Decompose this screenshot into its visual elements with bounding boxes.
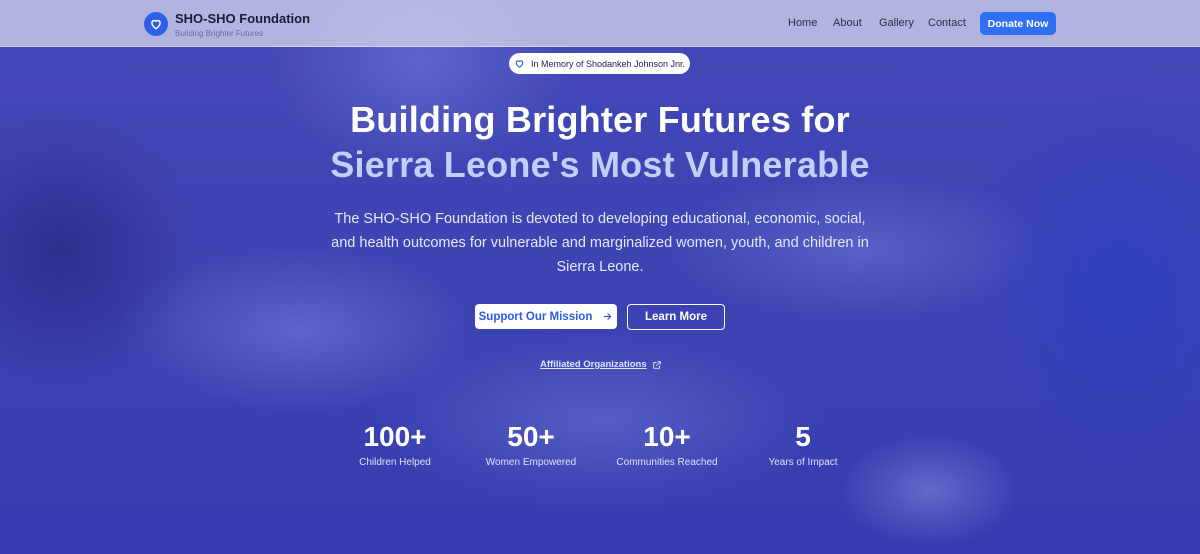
brand-tagline: Building Brighter Futures (175, 29, 264, 38)
heart-icon (515, 60, 524, 68)
nav-contact[interactable]: Contact (928, 17, 966, 29)
affiliated-organizations-link[interactable]: Affiliated Organizations (540, 359, 662, 370)
hero-description: The SHO-SHO Foundation is devoted to dev… (331, 211, 869, 275)
donate-button[interactable]: Donate Now (980, 12, 1056, 35)
logo-badge[interactable] (144, 12, 168, 36)
hero-headline-line1: Building Brighter Futures for (350, 99, 850, 140)
stat-value: 5 (795, 421, 811, 452)
nav-gallery[interactable]: Gallery (879, 17, 914, 29)
learn-more-button[interactable]: Learn More (627, 304, 725, 330)
stat-label: Children Helped (359, 457, 431, 468)
stat-label: Women Empowered (485, 457, 577, 468)
support-mission-button[interactable]: Support Our Mission (475, 304, 617, 329)
nav-about[interactable]: About (833, 17, 862, 29)
stat-value: 10+ (643, 421, 691, 452)
stat-communities-reached: 10+ Communities Reached (612, 421, 722, 468)
site-header: SHO-SHO Foundation Building Brighter Fut… (0, 0, 1200, 47)
memory-badge-text: In Memory of Shodankeh Johnson Jnr. (530, 58, 686, 69)
external-link-icon (652, 360, 661, 369)
brand-name[interactable]: SHO-SHO Foundation (175, 11, 310, 26)
stat-women-empowered: 50+ Women Empowered (476, 421, 586, 468)
arrow-right-icon (604, 313, 612, 320)
stat-value: 100+ (363, 421, 427, 452)
nav-home[interactable]: Home (788, 17, 817, 29)
hero-headline-line2: Sierra Leone's Most Vulnerable (330, 144, 870, 185)
heart-icon (151, 19, 161, 30)
stat-label: Communities Reached (616, 457, 718, 468)
affiliated-organizations-label: Affiliated Organizations (540, 359, 647, 370)
stat-years-of-impact: 5 Years of Impact (753, 421, 853, 468)
stat-label: Years of Impact (768, 457, 838, 468)
support-mission-label: Support Our Mission (478, 310, 593, 323)
memory-badge: In Memory of Shodankeh Johnson Jnr. (509, 53, 690, 74)
stat-children-helped: 100+ Children Helped (345, 421, 445, 468)
stat-value: 50+ (507, 421, 555, 452)
